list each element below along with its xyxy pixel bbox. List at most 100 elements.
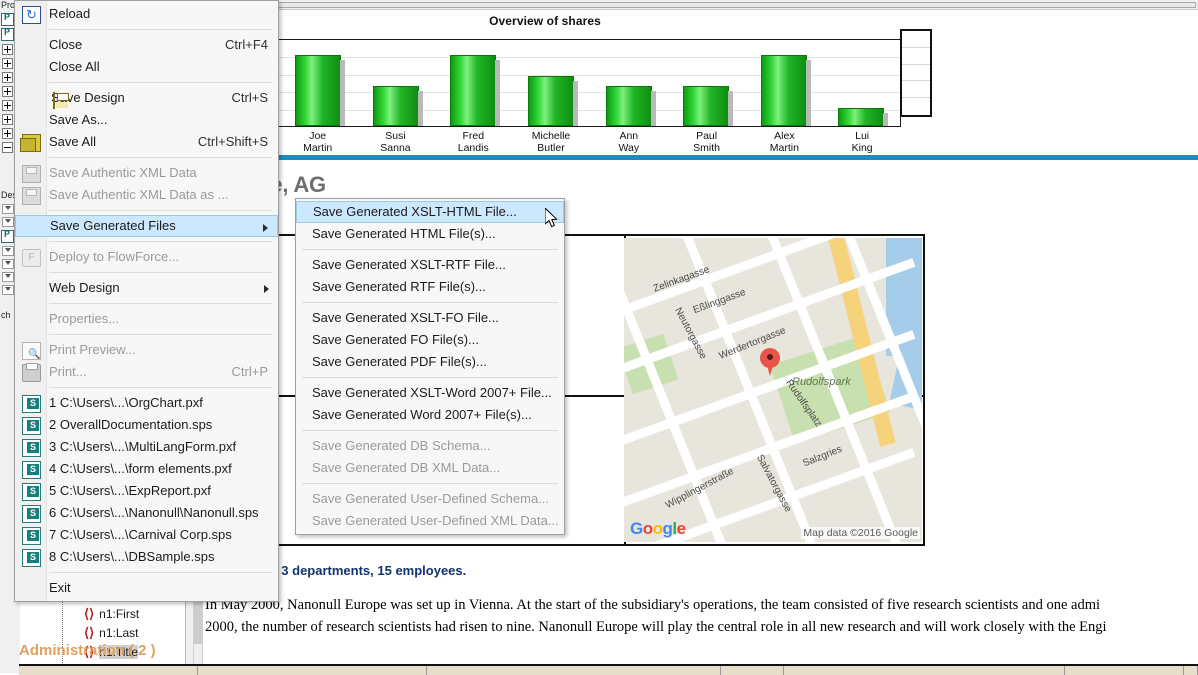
menu-item-save-design[interactable]: Save Design Ctrl+S — [15, 87, 278, 109]
map-marker-icon[interactable] — [760, 348, 780, 376]
schema-tree-item[interactable]: ⟨⟩ n1:First — [20, 604, 185, 623]
menu-item-4-c-users-form-elements-pxf[interactable]: 4 C:\Users\...\form elements.pxf — [15, 458, 278, 480]
chart-x-label-line: Michelle — [531, 130, 571, 142]
paragraph-line: In May 2000, Nanonull Europe was set up … — [205, 597, 1101, 613]
menu-item-save-as[interactable]: Save As... — [15, 109, 278, 131]
menu-item-save-all[interactable]: Save All Ctrl+Shift+S — [15, 131, 278, 153]
submenu-item-save-generated-word-2007-file-s[interactable]: Save Generated Word 2007+ File(s)... — [296, 404, 564, 426]
chart-bar — [760, 55, 811, 126]
save-xml-as-icon — [22, 187, 41, 205]
menu-item-label: Reload — [49, 6, 91, 21]
menu-item-label: Close — [49, 37, 83, 52]
dropdown-icon[interactable] — [2, 272, 14, 282]
tree-expand-icon[interactable] — [2, 114, 13, 125]
menu-item-reload[interactable]: Reload — [15, 3, 278, 26]
submenu-item-save-generated-pdf-file-s[interactable]: Save Generated PDF File(s)... — [296, 351, 564, 373]
design-tab-label[interactable]: Des — [0, 190, 15, 201]
submenu-item-save-generated-html-file-s[interactable]: Save Generated HTML File(s)... — [296, 223, 564, 245]
menu-item-label: Save Generated Files — [50, 218, 176, 233]
menu-separator — [49, 334, 272, 335]
menu-item-properties: Properties... — [15, 308, 278, 330]
menu-item-print: Print... Ctrl+P — [15, 361, 278, 383]
tree-expand-icon[interactable] — [2, 86, 13, 97]
menu-item-3-c-users-multilangform-pxf[interactable]: 3 C:\Users\...\MultiLangForm.pxf — [15, 436, 278, 458]
menu-item-label: Print... — [49, 364, 87, 379]
chart-x-label-line: Susi — [385, 130, 406, 142]
submenu-item-label: Save Generated RTF File(s)... — [312, 279, 486, 294]
chart-plot-area — [201, 39, 901, 127]
chart-bar — [838, 107, 889, 127]
tree-expand-icon[interactable] — [2, 100, 13, 111]
horizontal-scrollbar-top[interactable] — [186, 0, 1198, 10]
tree-expand-icon[interactable] — [2, 72, 13, 83]
dropdown-icon[interactable] — [2, 259, 14, 269]
submenu-item-save-generated-fo-file-s[interactable]: Save Generated FO File(s)... — [296, 329, 564, 351]
file-menu[interactable]: Reload Close Ctrl+F4 Close All Save DesignCt… — [14, 0, 279, 602]
submenu-item-label: Save Generated XSLT-HTML File... — [313, 204, 517, 219]
menu-item-shortcut: Ctrl+S — [231, 90, 268, 105]
tree-collapse-icon[interactable] — [2, 142, 13, 153]
tree-expand-icon[interactable] — [2, 44, 13, 55]
menu-item-web-design[interactable]: Web Design — [15, 277, 278, 299]
tree-expand-icon[interactable] — [2, 58, 13, 69]
menu-item-save-generated-files[interactable]: Save Generated Files — [15, 215, 278, 237]
chart-x-label: Ann Way — [590, 130, 668, 154]
project-icon[interactable] — [1, 12, 14, 26]
chart-x-label-line: Martin — [303, 142, 333, 154]
dropdown-icon[interactable] — [2, 246, 14, 256]
scrollbar-thumb[interactable] — [194, 602, 202, 644]
submenu-item-save-generated-rtf-file-s[interactable]: Save Generated RTF File(s)... — [296, 276, 564, 298]
dropdown-icon[interactable] — [2, 204, 14, 214]
menu-item-print-preview: Print Preview... — [15, 339, 278, 366]
menu-item-shortcut: Ctrl+F4 — [225, 37, 268, 52]
menu-item-1-c-users-orgchart-pxf[interactable]: 1 C:\Users\...\OrgChart.pxf — [15, 392, 278, 414]
dropdown-icon[interactable] — [2, 285, 14, 295]
chart-x-axis-labels: rnonlabyJoeMartinSusiSannaFredLandisMich… — [201, 130, 901, 154]
menu-item-close[interactable]: Close Ctrl+F4 — [15, 34, 278, 56]
menu-item-5-c-users-expreport-pxf[interactable]: 5 C:\Users\...\ExpReport.pxf — [15, 480, 278, 502]
location-map[interactable]: Zelinkagasse Eßlinggasse Neutorgasse Wer… — [624, 238, 922, 542]
tree-expand-icon[interactable] — [2, 128, 13, 139]
dropdown-icon[interactable] — [2, 217, 14, 227]
chart-x-label-line: Alex — [774, 130, 795, 142]
menu-item-shortcut: Ctrl+Shift+S — [197, 134, 268, 149]
menu-item-label: Save As... — [49, 112, 108, 127]
chart-bar — [372, 85, 423, 127]
menu-item-label: Close All — [49, 59, 100, 74]
submenu-item-save-generated-xslt-rtf-file[interactable]: Save Generated XSLT-RTF File... — [296, 254, 564, 276]
paragraph-line: 2000, the number of research scientists … — [205, 619, 1107, 635]
menu-item-2-overalldocumentation-sps[interactable]: 2 OverallDocumentation.sps — [15, 414, 278, 436]
map-street-label: Salzgries — [801, 443, 844, 470]
chart-bar-cell — [590, 40, 668, 127]
submenu-arrow-icon — [263, 224, 268, 232]
menu-separator — [49, 303, 272, 304]
menu-item-6-c-users-nanonull-nanonull-sps[interactable]: 6 C:\Users\...\Nanonull\Nanonull.sps — [15, 502, 278, 524]
document-bottom-pane[interactable]: In May 2000, Nanonull Europe was set up … — [186, 580, 1198, 673]
submenu-item-save-generated-xslt-word-2007-file[interactable]: Save Generated XSLT-Word 2007+ File... — [296, 382, 564, 404]
chart-bar-cell — [823, 40, 901, 127]
menu-item-7-c-users-carnival-corp-sps[interactable]: 7 C:\Users\...\Carnival Corp.sps — [15, 524, 278, 546]
menu-separator — [49, 157, 272, 158]
accent-divider — [186, 155, 1198, 160]
map-attribution: Map data ©2016 Google — [801, 527, 920, 539]
project-folder-icon[interactable] — [1, 27, 14, 41]
menu-item-close-all[interactable]: Close All — [15, 56, 278, 78]
submenu-item-save-generated-xslt-fo-file[interactable]: Save Generated XSLT-FO File... — [296, 307, 564, 329]
schema-tree-item[interactable]: ⟨⟩ n1:Last — [20, 623, 185, 642]
file-icon — [22, 527, 41, 545]
save-generated-files-submenu[interactable]: Save Generated XSLT-HTML File... Save Gen… — [295, 198, 565, 535]
search-tab-label[interactable]: ch — [0, 310, 15, 321]
menu-item-shortcut: Ctrl+P — [231, 364, 268, 379]
reload-icon — [22, 4, 41, 26]
chart-x-label-line: Way — [618, 142, 640, 154]
file-icon — [22, 483, 41, 501]
menu-item-8-c-users-dbsample-sps[interactable]: 8 C:\Users\...\DBSample.sps — [15, 546, 278, 568]
submenu-item-save-generated-xslt-html-file[interactable]: Save Generated XSLT-HTML File... — [296, 201, 564, 223]
chart-bar — [683, 85, 734, 127]
component-icon[interactable] — [1, 229, 14, 243]
menu-item-exit[interactable]: Exit — [15, 577, 278, 599]
chart-title: Overview of shares — [489, 14, 601, 28]
scrollbar-track[interactable] — [188, 2, 1196, 8]
submenu-item-label: Save Generated HTML File(s)... — [312, 226, 496, 241]
menu-separator — [49, 210, 272, 211]
